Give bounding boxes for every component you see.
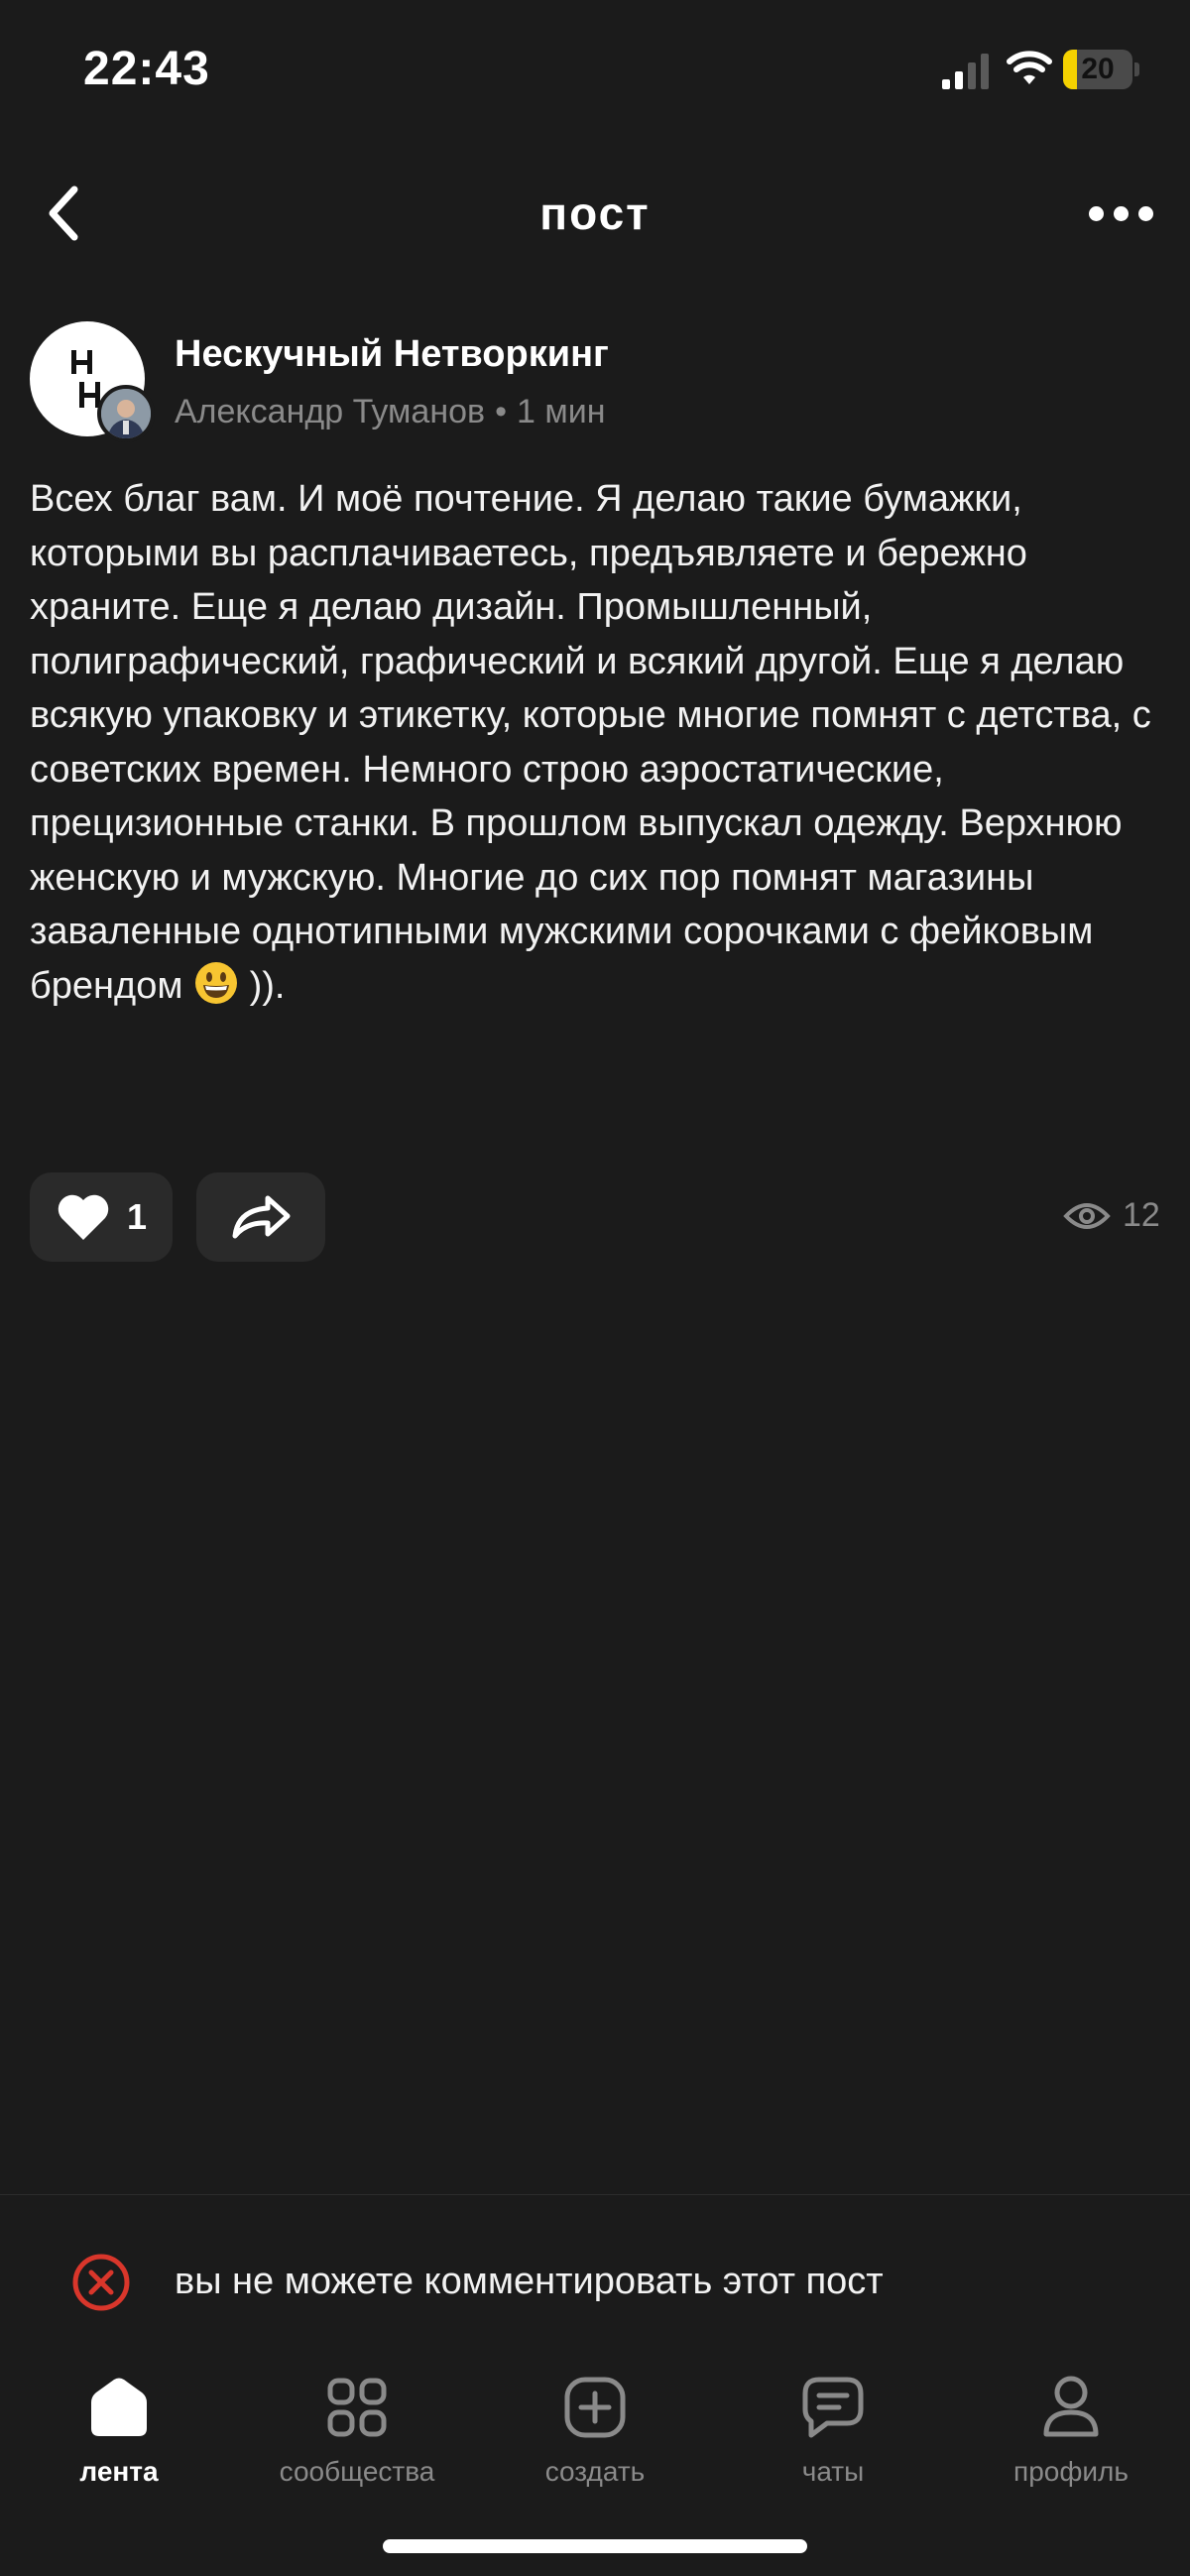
nav-label-create: создать: [544, 2456, 646, 2487]
views-counter: 12: [1063, 1196, 1160, 1235]
share-button[interactable]: [196, 1172, 325, 1262]
post-time: 1 мин: [516, 393, 606, 430]
meta-separator: •: [495, 393, 507, 430]
profile-icon: [1043, 2376, 1099, 2437]
eye-icon: [1063, 1202, 1111, 1229]
post-screen: 22:43 20 пост Нескучный Нетворкинг Алекс…: [0, 0, 1190, 2576]
nav-item-create[interactable]: создать: [486, 2373, 704, 2502]
views-count: 12: [1123, 1196, 1160, 1234]
share-icon: [232, 1195, 291, 1239]
comments-disabled-bar: вы не можете комментировать этот пост: [0, 2194, 1190, 2359]
top-bar: пост: [0, 159, 1190, 268]
post-text: Всех благ вам. И моё почтение. Я делаю т…: [30, 472, 1170, 1013]
battery-icon: 20: [1063, 50, 1139, 89]
comments-disabled-text: вы не можете комментировать этот пост: [175, 2261, 884, 2302]
nav-label-communities: сообщества: [279, 2456, 435, 2487]
nav-item-profile[interactable]: профиль: [962, 2373, 1180, 2502]
nav-label-profile: профиль: [1013, 2456, 1129, 2487]
nav-item-chats[interactable]: чаты: [724, 2373, 942, 2502]
status-bar: 22:43 20: [0, 0, 1190, 139]
author-name[interactable]: Александр Туманов: [175, 393, 485, 430]
chat-icon: [802, 2377, 864, 2438]
post-text-main: Всех благ вам. И моё почтение. Я делаю т…: [30, 478, 1151, 1007]
more-horizontal-icon: [1088, 205, 1104, 221]
more-options-button[interactable]: [1071, 179, 1170, 248]
wifi-icon: [1007, 51, 1052, 84]
nav-item-communities[interactable]: сообщества: [248, 2373, 466, 2502]
like-count: 1: [127, 1196, 148, 1237]
author-avatar[interactable]: [97, 385, 155, 442]
person-photo: [101, 389, 151, 438]
plus-square-icon: [564, 2377, 626, 2438]
grid-icon: [327, 2378, 387, 2437]
community-name[interactable]: Нескучный Нетворкинг: [175, 333, 609, 376]
page-title: пост: [539, 187, 651, 239]
post-meta: Александр Туманов • 1 мин: [175, 393, 605, 431]
nav-label-chats: чаты: [801, 2456, 865, 2487]
post-text-tail: )).: [239, 964, 286, 1007]
close-circle-icon: [72, 2254, 130, 2311]
battery-percent: 20: [1081, 53, 1115, 85]
nav-item-feed[interactable]: лента: [10, 2373, 228, 2502]
nav-label-feed: лента: [79, 2456, 159, 2487]
home-icon: [91, 2378, 147, 2436]
smiling-face-emoji: [195, 961, 238, 1004]
heart-icon: [58, 1194, 109, 1240]
like-button[interactable]: 1: [30, 1172, 173, 1262]
home-indicator[interactable]: [383, 2539, 807, 2553]
status-time: 22:43: [83, 43, 210, 95]
signal-icon: [942, 54, 989, 89]
